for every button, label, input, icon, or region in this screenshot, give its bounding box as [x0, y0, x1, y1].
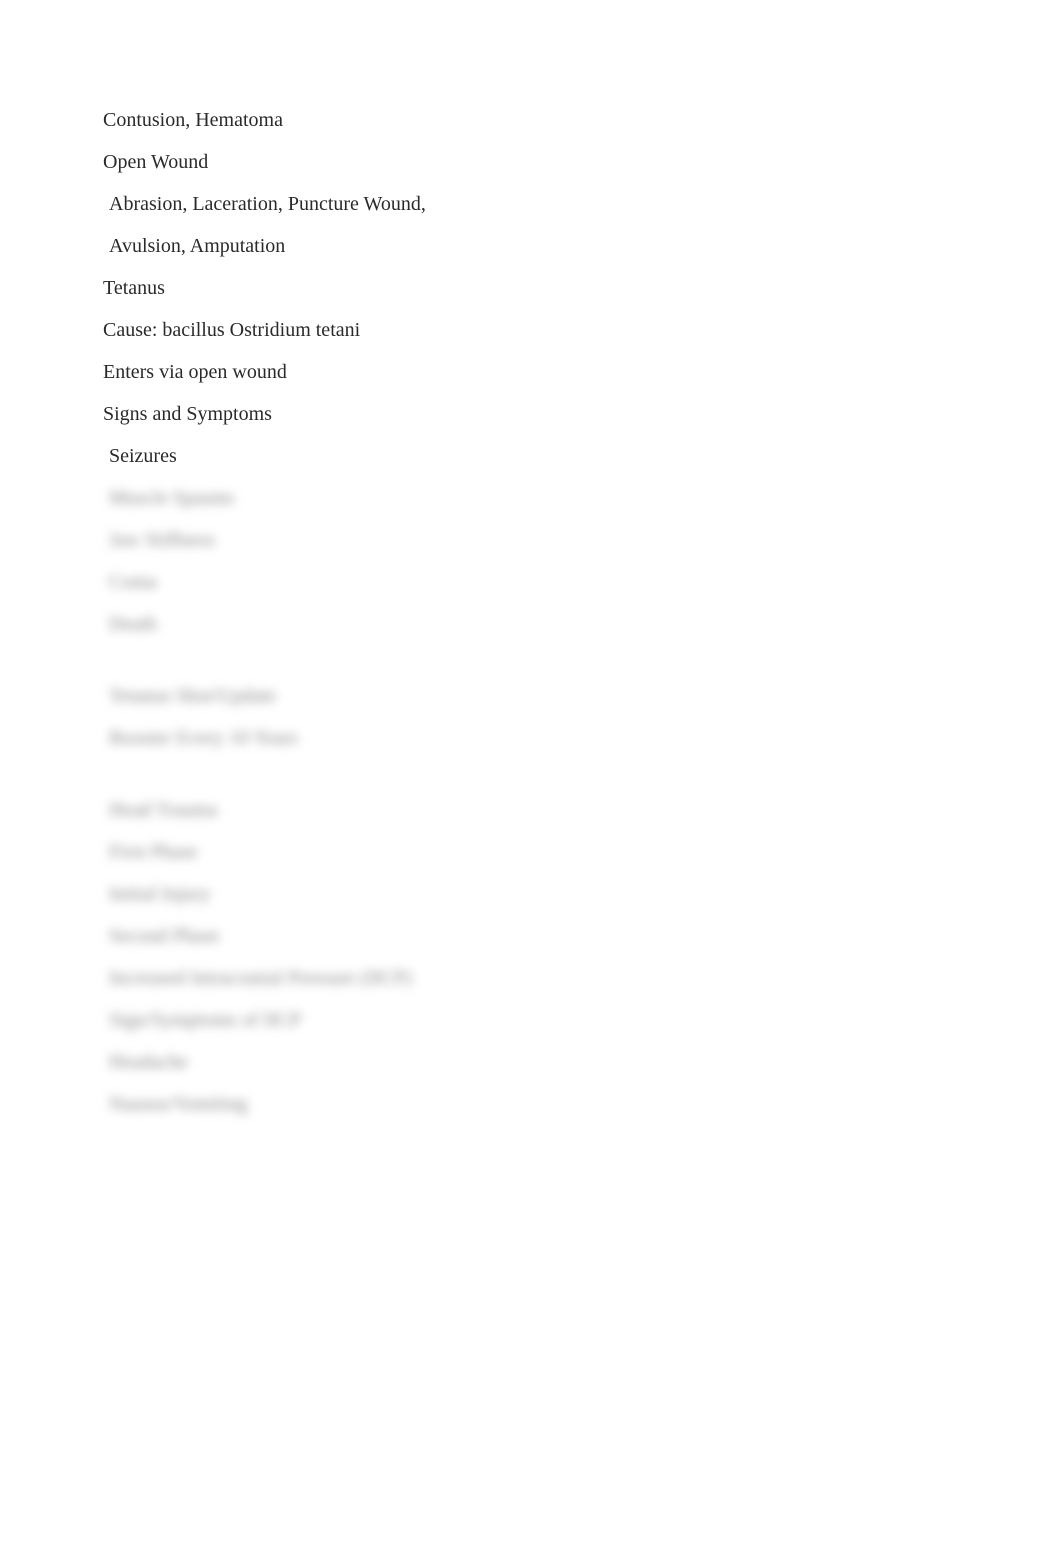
text-line: Head Trauma	[103, 796, 962, 824]
text-line: Cause: bacillus Ostridium tetani	[103, 316, 962, 344]
text-line: Initial Injury	[103, 880, 962, 908]
text-line: Booster Every 10 Years	[103, 724, 962, 752]
text-line: Abrasion, Laceration, Puncture Wound,	[103, 190, 962, 218]
text-line: Tetanus	[103, 274, 962, 302]
text-line: Avulsion, Amputation	[103, 232, 962, 260]
text-line: Muscle Spasms	[103, 484, 962, 512]
text-line: Jaw Stiffness	[103, 526, 962, 554]
text-line: Open Wound	[103, 148, 962, 176]
text-line: Increased Intracranial Pressure (IICP)	[103, 964, 962, 992]
text-line: Nausea/Vomiting	[103, 1090, 962, 1118]
text-line: Second Phase	[103, 922, 962, 950]
section-gap	[103, 652, 962, 682]
text-line: Death	[103, 610, 962, 638]
text-line: Signs and Symptoms	[103, 400, 962, 428]
text-line: Sign/Symptoms of IICP	[103, 1006, 962, 1034]
text-line: Headache	[103, 1048, 962, 1076]
text-line: Enters via open wound	[103, 358, 962, 386]
section-gap	[103, 766, 962, 796]
text-line: Seizures	[103, 442, 962, 470]
text-line: First Phase	[103, 838, 962, 866]
text-line: Tetanus Shot/Update	[103, 682, 962, 710]
document-content: Contusion, Hematoma Open Wound Abrasion, L…	[0, 0, 1062, 1118]
text-line: Contusion, Hematoma	[103, 106, 962, 134]
text-line: Coma	[103, 568, 962, 596]
